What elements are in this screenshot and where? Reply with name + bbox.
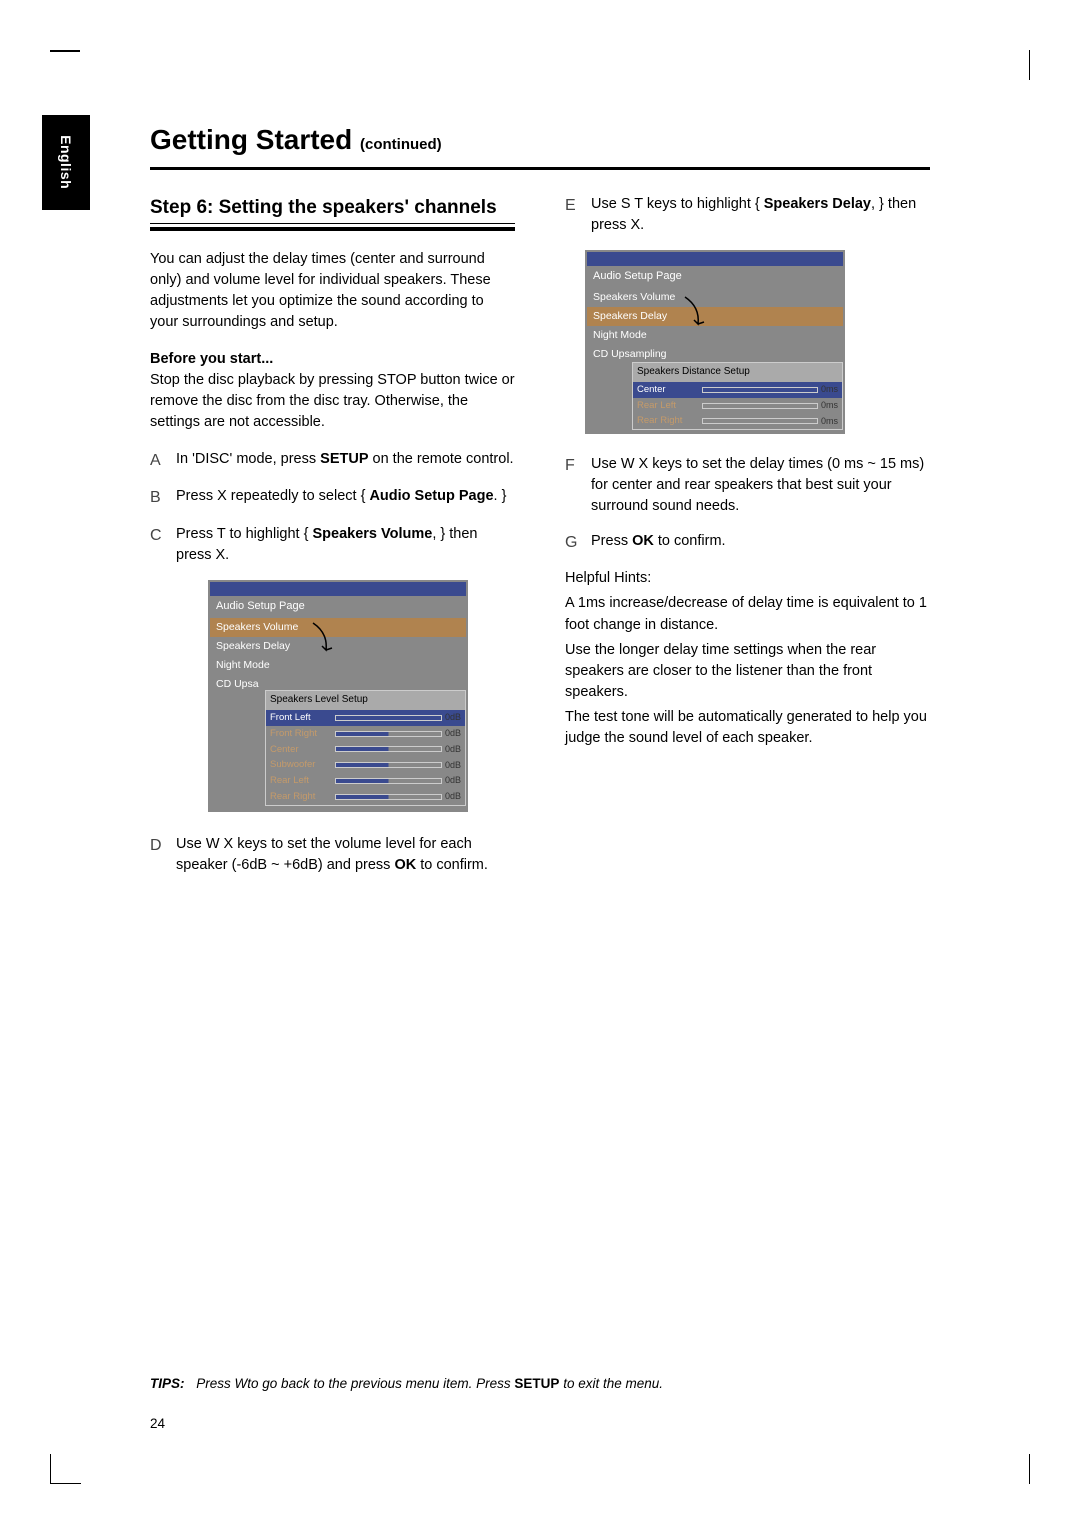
crop-mark-br [1000, 1454, 1030, 1484]
step-letter: A [150, 449, 176, 472]
step-letter: D [150, 834, 176, 876]
crop-mark-bl [50, 1454, 80, 1484]
step-d-text: Use W X keys to set the volume level for… [176, 834, 515, 876]
osd2-title: Audio Setup Page [587, 266, 843, 288]
osd1-topbar [210, 582, 466, 596]
step-c-text: Press T to highlight { Speakers Volume, … [176, 524, 515, 566]
osd1-row-front-left: Front Left0dB [266, 710, 465, 726]
step-letter: F [565, 454, 591, 517]
crop-mark-tr [1000, 50, 1030, 80]
osd1-row-subwoofer: Subwoofer0dB [266, 757, 465, 773]
page-number: 24 [150, 1414, 165, 1434]
step-a-text: In 'DISC' mode, press SETUP on the remot… [176, 449, 515, 472]
step-heading: Step 6: Setting the speakers' channels [150, 194, 515, 225]
hints-label: Helpful Hints: [565, 568, 930, 589]
right-column: E Use S T keys to highlight { Speakers D… [565, 194, 930, 890]
step-letter: B [150, 486, 176, 509]
heading-main: Getting Started [150, 124, 352, 155]
before-label: Before you start... [150, 351, 273, 367]
osd2-row-rear-right: Rear Right0ms [633, 413, 842, 429]
left-column: Step 6: Setting the speakers' channels Y… [150, 194, 515, 890]
hint-3: The test tone will be automatically gene… [565, 707, 930, 749]
osd2-row-center: Center0ms [633, 382, 842, 398]
osd-screenshot-2: Audio Setup Page Speakers Volume Speaker… [585, 250, 845, 435]
step-e: E Use S T keys to highlight { Speakers D… [565, 194, 930, 236]
hint-2: Use the longer delay time settings when … [565, 640, 930, 703]
osd1-row-rear-left: Rear Left0dB [266, 773, 465, 789]
osd1-row-rear-right: Rear Right0dB [266, 789, 465, 805]
intro-paragraph: You can adjust the delay times (center a… [150, 249, 515, 333]
step-g: G Press OK to confirm. [565, 531, 930, 554]
step-letter: C [150, 524, 176, 566]
step-e-text: Use S T keys to highlight { Speakers Del… [591, 194, 930, 236]
osd2-topbar [587, 252, 843, 266]
step-c: C Press T to highlight { Speakers Volume… [150, 524, 515, 566]
step-letter: G [565, 531, 591, 554]
osd1-row-center: Center0dB [266, 742, 465, 758]
before-block: Before you start... Stop the disc playba… [150, 349, 515, 433]
step-g-text: Press OK to confirm. [591, 531, 930, 554]
title-rule [150, 167, 930, 170]
step-b: B Press X repeatedly to select { Audio S… [150, 486, 515, 509]
arrow-icon [308, 618, 348, 658]
osd1-title: Audio Setup Page [210, 596, 466, 618]
page-title: Getting Started (continued) [150, 120, 930, 161]
step-b-text: Press X repeatedly to select { Audio Set… [176, 486, 515, 509]
step-f: F Use W X keys to set the delay times (0… [565, 454, 930, 517]
hint-1: A 1ms increase/decrease of delay time is… [565, 593, 930, 635]
osd-screenshot-1: Audio Setup Page Speakers Volume Speaker… [208, 580, 468, 812]
arrow-icon [680, 292, 720, 332]
step-letter: E [565, 194, 591, 236]
osd1-row-front-right: Front Right0dB [266, 726, 465, 742]
crop-mark-tl [50, 50, 80, 80]
osd1-menu-cd-upsampling: CD Upsa [210, 675, 265, 694]
step-f-text: Use W X keys to set the delay times (0 m… [591, 454, 930, 517]
language-tab: English [42, 115, 90, 210]
osd1-submenu-title: Speakers Level Setup [266, 691, 465, 710]
step-d: D Use W X keys to set the volume level f… [150, 834, 515, 876]
tips-label: TIPS: [150, 1376, 185, 1391]
step-heading-block: Step 6: Setting the speakers' channels [150, 194, 515, 232]
osd2-submenu-title: Speakers Distance Setup [633, 363, 842, 382]
step-a: A In 'DISC' mode, press SETUP on the rem… [150, 449, 515, 472]
osd2-row-rear-left: Rear Left0ms [633, 398, 842, 414]
tips-footer: TIPS: Press Wto go back to the previous … [150, 1374, 930, 1394]
osd1-menu-night-mode: Night Mode [210, 656, 466, 675]
heading-continued: (continued) [360, 136, 442, 153]
language-tab-text: English [56, 135, 76, 189]
osd1-submenu: Speakers Level Setup Front Left0dB Front… [265, 690, 466, 805]
before-text: Stop the disc playback by pressing STOP … [150, 372, 515, 430]
osd2-submenu: Speakers Distance Setup Center0ms Rear L… [632, 362, 843, 430]
